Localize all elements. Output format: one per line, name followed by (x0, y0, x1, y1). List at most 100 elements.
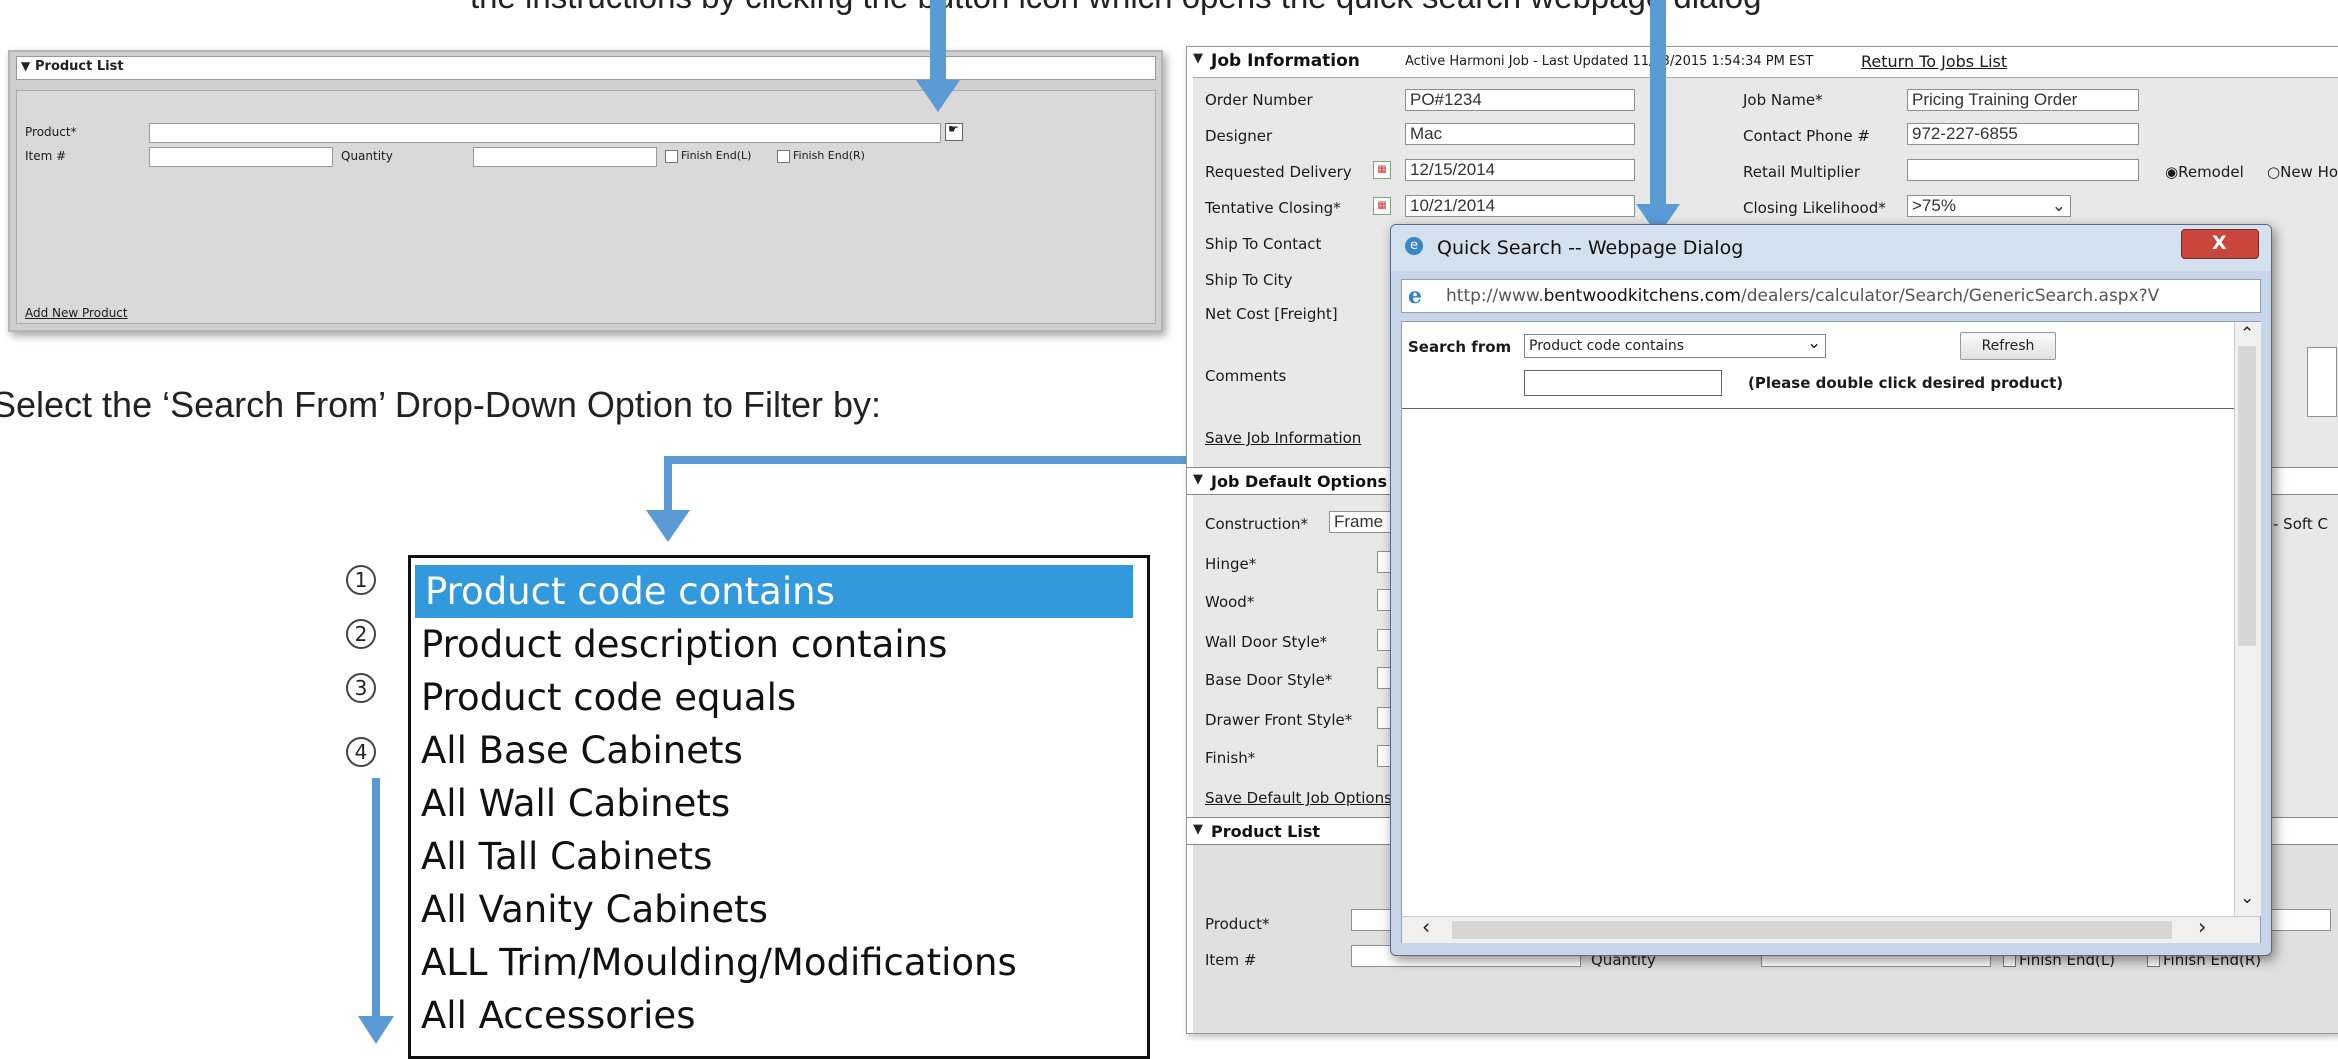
tentative-closing-label: Tentative Closing* (1205, 199, 1341, 217)
remodel-radio[interactable]: ◉Remodel (2165, 163, 2244, 181)
radio-selected-icon: ◉ (2165, 163, 2179, 181)
connector-vertical-2 (664, 456, 672, 514)
ie-logo-icon: e (1408, 283, 1422, 309)
designer-input[interactable]: Mac (1405, 123, 1635, 145)
item-input[interactable] (149, 147, 333, 167)
calendar-icon[interactable]: ▦ (1373, 161, 1391, 179)
product-lookup-button[interactable]: ☛ (945, 122, 963, 141)
step-number-1: 1 (346, 565, 376, 595)
hinge-label: Hinge* (1205, 555, 1257, 573)
horizontal-scrollbar[interactable]: ‹ › (1402, 915, 2260, 943)
requested-delivery-label: Requested Delivery (1205, 163, 1352, 181)
save-defaults-link[interactable]: Save Default Job Options (1205, 789, 1392, 807)
step-number-2: 2 (346, 619, 376, 649)
drawer-front-label: Drawer Front Style* (1205, 711, 1353, 729)
panel-body: Product* ☛ Item # Quantity Finish End(L)… (16, 90, 1156, 324)
dialog-close-button[interactable]: X (2181, 229, 2259, 259)
h-scroll-thumb[interactable] (1452, 921, 2172, 939)
item-label: Item # (25, 149, 67, 163)
job-info-header[interactable]: ▼ Job Information Active Harmoni Job - L… (1187, 47, 2338, 73)
job-name-label: Job Name* (1743, 91, 1823, 109)
connector-arrow-head-icon (646, 510, 690, 542)
quantity-input[interactable] (473, 147, 657, 167)
step-number-4: 4 (346, 737, 376, 767)
finish-label: Finish* (1205, 749, 1256, 767)
product-list-panel: ▼ Product List Product* ☛ Item # Quantit… (8, 50, 1163, 332)
scroll-thumb[interactable] (2238, 346, 2256, 646)
option-all-wall-cabinets[interactable]: All Wall Cabinets (411, 777, 1147, 830)
ie-page-icon: e (1405, 237, 1423, 255)
contact-phone-label: Contact Phone # (1743, 127, 1870, 145)
ship-city-label: Ship To City (1205, 271, 1293, 289)
requested-delivery-input[interactable]: 12/15/2014 (1405, 159, 1635, 181)
add-new-product-link[interactable]: Add New Product (25, 306, 128, 320)
job-name-input[interactable]: Pricing Training Order (1907, 89, 2139, 111)
wall-door-label: Wall Door Style* (1205, 633, 1328, 651)
finish-right-checkbox[interactable]: Finish End(R) (777, 149, 865, 163)
comments-label: Comments (1205, 367, 1287, 385)
vertical-scrollbar[interactable]: ⌃ ⌄ (2234, 322, 2261, 916)
dialog-url: http://www.bentwoodkitchens.com/dealers/… (1446, 286, 2160, 306)
bottom-product-label: Product* (1205, 915, 1270, 933)
radio-icon: ○ (2267, 163, 2281, 181)
closing-likelihood-select[interactable]: >75% ⌄ (1907, 195, 2071, 217)
step-number-3: 3 (346, 673, 376, 703)
base-door-label: Base Door Style* (1205, 671, 1333, 689)
chevron-down-icon: ⌄ (1807, 333, 1822, 353)
option-product-code-equals[interactable]: Product code equals (411, 671, 1147, 724)
more-options-arrow (372, 778, 380, 1018)
close-icon: X (2212, 232, 2227, 254)
net-cost-label: Net Cost [Freight] (1205, 305, 1338, 323)
save-job-info-link[interactable]: Save Job Information (1205, 429, 1361, 447)
scroll-up-icon[interactable]: ⌃ (2240, 324, 2254, 344)
arrow-head-icon (916, 80, 960, 112)
collapse-triangle-icon: ▼ (1193, 472, 1203, 487)
finish-left-checkbox[interactable]: Finish End(L) (665, 149, 751, 163)
scroll-down-icon[interactable]: ⌄ (2240, 888, 2254, 908)
return-to-jobs-link[interactable]: Return To Jobs List (1861, 52, 2007, 71)
construction-label: Construction* (1205, 515, 1309, 533)
comments-textarea[interactable] (2307, 347, 2337, 417)
results-area[interactable] (1402, 408, 2234, 889)
job-defaults-title: Job Default Options (1211, 472, 1388, 491)
filter-instruction: Select the ‘Search From’ Drop-Down Optio… (0, 384, 881, 425)
panel-title: Product List (35, 59, 124, 74)
search-from-options-list: Product code contains Product descriptio… (408, 555, 1150, 1059)
scroll-left-icon[interactable]: ‹ (1422, 915, 1430, 939)
order-number-input[interactable]: PO#1234 (1405, 89, 1635, 111)
closing-likelihood-label: Closing Likelihood* (1743, 199, 1886, 217)
job-info-title: Job Information (1211, 51, 1360, 71)
arrow-to-lookup-button (930, 0, 946, 82)
refresh-button[interactable]: Refresh (1960, 332, 2056, 360)
product-input[interactable] (149, 123, 941, 143)
retail-multiplier-input[interactable] (1907, 159, 2139, 181)
wood-label: Wood* (1205, 593, 1255, 611)
option-all-accessories[interactable]: All Accessories (411, 989, 1147, 1042)
dialog-title-bar[interactable]: e Quick Search -- Webpage Dialog X (1391, 225, 2271, 271)
quantity-label: Quantity (341, 149, 393, 163)
collapse-triangle-icon: ▼ (1193, 822, 1203, 837)
option-all-vanity-cabinets[interactable]: All Vanity Cabinets (411, 883, 1147, 936)
tentative-closing-input[interactable]: 10/21/2014 (1405, 195, 1635, 217)
order-number-label: Order Number (1205, 91, 1313, 109)
search-input[interactable] (1524, 370, 1722, 396)
option-all-tall-cabinets[interactable]: All Tall Cabinets (411, 830, 1147, 883)
option-product-description-contains[interactable]: Product description contains (411, 618, 1147, 671)
hand-pointer-icon: ☛ (948, 122, 959, 136)
dialog-content: Search from Product code contains ⌄ Refr… (1401, 321, 2261, 943)
arrow-to-dialog (1650, 0, 1666, 206)
bottom-product-list-title: Product List (1211, 822, 1321, 841)
search-from-select[interactable]: Product code contains ⌄ (1524, 333, 1826, 358)
calendar-icon[interactable]: ▦ (1373, 197, 1391, 215)
collapse-triangle-icon: ▼ (21, 59, 31, 73)
top-instruction: the instructions by clicking the button … (470, 0, 1761, 16)
search-hint: (Please double click desired product) (1748, 374, 2064, 392)
chevron-down-icon: ⌄ (2051, 196, 2066, 215)
option-product-code-contains[interactable]: Product code contains (415, 565, 1133, 618)
option-all-base-cabinets[interactable]: All Base Cabinets (411, 724, 1147, 777)
contact-phone-input[interactable]: 972-227-6855 (1907, 123, 2139, 145)
scroll-right-icon[interactable]: › (2198, 915, 2206, 939)
new-home-radio[interactable]: ○New Ho (2267, 163, 2338, 181)
panel-header[interactable]: ▼ Product List (16, 56, 1156, 80)
option-all-trim-moulding[interactable]: ALL Trim/Moulding/Modifications (411, 936, 1147, 989)
